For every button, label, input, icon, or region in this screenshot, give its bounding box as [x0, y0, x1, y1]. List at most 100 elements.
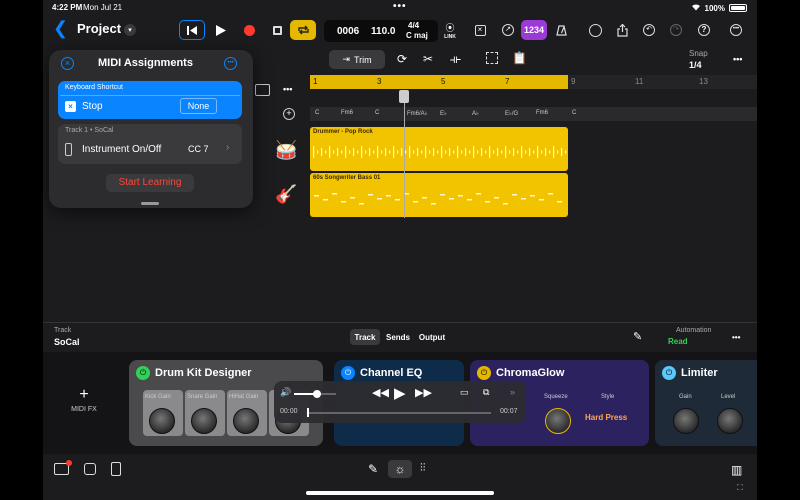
redo-icon: ↷ — [670, 24, 682, 36]
drum-kit-track-icon[interactable]: 🥁 — [275, 140, 297, 161]
go-to-start-button[interactable] — [179, 20, 205, 40]
editor-icon[interactable] — [111, 462, 121, 476]
loops-icon — [588, 23, 602, 37]
mixer-sliders-icon[interactable]: ⫶⫶ — [420, 462, 426, 475]
pencil-tool-icon[interactable]: ✎ — [368, 462, 378, 476]
share-button[interactable] — [613, 20, 631, 40]
split-icon[interactable]: ⟛ — [450, 52, 461, 67]
more-button[interactable]: ••• — [727, 20, 745, 40]
chord-label: E♭/G — [505, 111, 519, 117]
style-selector[interactable]: Hard Press — [585, 413, 627, 422]
redo-button[interactable]: ↷ — [667, 20, 685, 40]
count-in-button[interactable]: 1234 — [521, 20, 547, 40]
bass-region[interactable]: 60s Songwriter Bass 01 — [310, 173, 568, 217]
live-loops-button[interactable] — [585, 20, 605, 40]
loop-tool-icon[interactable]: ⟳ — [397, 52, 407, 66]
power-icon[interactable]: ⏻ — [136, 366, 150, 380]
elapsed-time: 00:00 — [280, 408, 298, 415]
tab-track[interactable]: Track — [350, 329, 380, 345]
automation-value[interactable]: Read — [668, 337, 688, 346]
play-button[interactable] — [209, 20, 233, 40]
plugin-title: Limiter — [681, 367, 718, 379]
back-chevron-icon[interactable]: ❮ — [53, 18, 68, 39]
hihat-gain-knob[interactable] — [233, 408, 259, 434]
pencil-icon[interactable]: ✎ — [633, 330, 642, 343]
timeline-ruler[interactable]: 1 3 5 7 — [310, 75, 568, 89]
project-menu-chevron-icon[interactable]: ▾ — [124, 24, 136, 36]
shortcut-command: Stop — [82, 101, 103, 112]
add-track-tray-icon[interactable] — [255, 84, 270, 96]
project-title[interactable]: Project — [77, 21, 121, 36]
tab-output[interactable]: Output — [415, 329, 449, 345]
piano-keys-icon[interactable]: ▥ — [731, 463, 742, 477]
help-button[interactable]: ? — [695, 20, 713, 40]
scrubber-handle[interactable] — [307, 408, 309, 417]
stop-button[interactable] — [265, 20, 289, 40]
fullscreen-icon[interactable]: ⛶ — [737, 483, 743, 493]
lcd-display[interactable]: 0006 110.0 4/4 C maj — [324, 20, 438, 42]
power-icon[interactable]: ⏻ — [477, 366, 491, 380]
drummer-region[interactable]: Drummer - Pop Rock — [310, 127, 568, 171]
scissors-icon[interactable]: ✂ — [423, 52, 433, 66]
trim-tool-button[interactable]: ⇥ Trim — [329, 50, 385, 69]
home-indicator[interactable] — [306, 491, 494, 495]
edit-more-icon[interactable]: ••• — [733, 54, 742, 64]
airplay-icon[interactable]: ▭ — [460, 387, 469, 398]
lcd-time-signature: 4/4 — [408, 21, 420, 30]
tuner-button[interactable]: ↗ — [499, 20, 517, 40]
tracks-more-icon[interactable]: ••• — [283, 84, 292, 94]
lcd-key: C maj — [406, 31, 428, 40]
add-icon[interactable]: + — [283, 108, 295, 120]
lcd-tempo: 110.0 — [371, 26, 396, 37]
automation-label: Automation — [676, 327, 712, 334]
fast-forward-icon[interactable]: ▶▶ — [415, 386, 432, 399]
midi-fx-slot[interactable]: + MIDI FX — [61, 387, 107, 414]
rewind-icon[interactable]: ◀◀ — [372, 386, 389, 399]
loop-icon — [297, 25, 309, 35]
chord-label: Fm6 — [341, 110, 353, 116]
power-icon[interactable]: ⏻ — [662, 366, 676, 380]
start-learning-button[interactable]: Start Learning — [106, 174, 194, 192]
link-button[interactable]: ⦿ LINK — [439, 20, 461, 40]
tab-sends[interactable]: Sends — [382, 329, 414, 345]
drag-handle[interactable] — [141, 202, 159, 205]
squeeze-knob[interactable] — [545, 408, 571, 434]
cycle-button[interactable] — [290, 20, 316, 40]
select-icon[interactable] — [486, 52, 498, 64]
skip-forward-icon[interactable]: » — [510, 387, 515, 397]
shortcut-value[interactable]: None — [180, 98, 217, 114]
level-knob[interactable] — [717, 408, 743, 434]
plugin-title: Channel EQ — [360, 367, 423, 379]
chord-track[interactable]: C Fm6 C Fm6/A♭ E♭ A♭ E♭/G Fm6 C — [310, 107, 757, 121]
metronome-off-button[interactable]: × — [471, 20, 489, 40]
midi-assignment-card[interactable]: Track 1 • SoCal Instrument On/Off CC 7 › — [58, 124, 242, 164]
power-icon[interactable]: ⏻ — [341, 366, 355, 380]
close-icon[interactable]: × — [61, 57, 74, 70]
scrubber[interactable] — [307, 412, 491, 414]
more-options-icon[interactable]: ••• — [224, 57, 237, 70]
keyboard-shortcut-card[interactable]: Keyboard Shortcut × Stop None — [58, 81, 242, 119]
kick-gain-knob[interactable] — [149, 408, 175, 434]
picture-in-picture-icon[interactable]: ⧉ — [483, 387, 489, 398]
browser-icon[interactable] — [54, 460, 72, 475]
guitar-track-icon[interactable]: 🎸 — [275, 184, 297, 205]
plugins-view-icon[interactable]: ☼ — [388, 460, 412, 478]
timeline-ruler-rest[interactable]: 9 11 13 — [568, 75, 757, 89]
track-more-icon[interactable]: ••• — [732, 333, 740, 342]
multitask-dots-icon[interactable]: ••• — [393, 1, 407, 12]
style-label: Style — [601, 394, 615, 400]
mixer-toggle-icon[interactable] — [84, 463, 96, 475]
volume-icon: 🔊 — [280, 387, 292, 397]
undo-button[interactable]: ↶ — [640, 20, 658, 40]
player-play-icon[interactable]: ▶ — [394, 384, 406, 402]
snap-value[interactable]: 1/4 — [689, 60, 702, 70]
playhead-handle[interactable] — [399, 90, 409, 103]
snare-gain-knob[interactable] — [191, 408, 217, 434]
metronome-button[interactable] — [552, 20, 570, 40]
limiter-plugin[interactable]: ⏻ Limiter Gain Level — [655, 360, 757, 446]
volume-knob[interactable] — [313, 390, 322, 398]
gain-knob[interactable] — [673, 408, 699, 434]
paste-icon[interactable]: 📋 — [512, 51, 527, 65]
plugin-title: ChromaGlow — [496, 367, 565, 379]
record-button[interactable] — [237, 20, 261, 40]
